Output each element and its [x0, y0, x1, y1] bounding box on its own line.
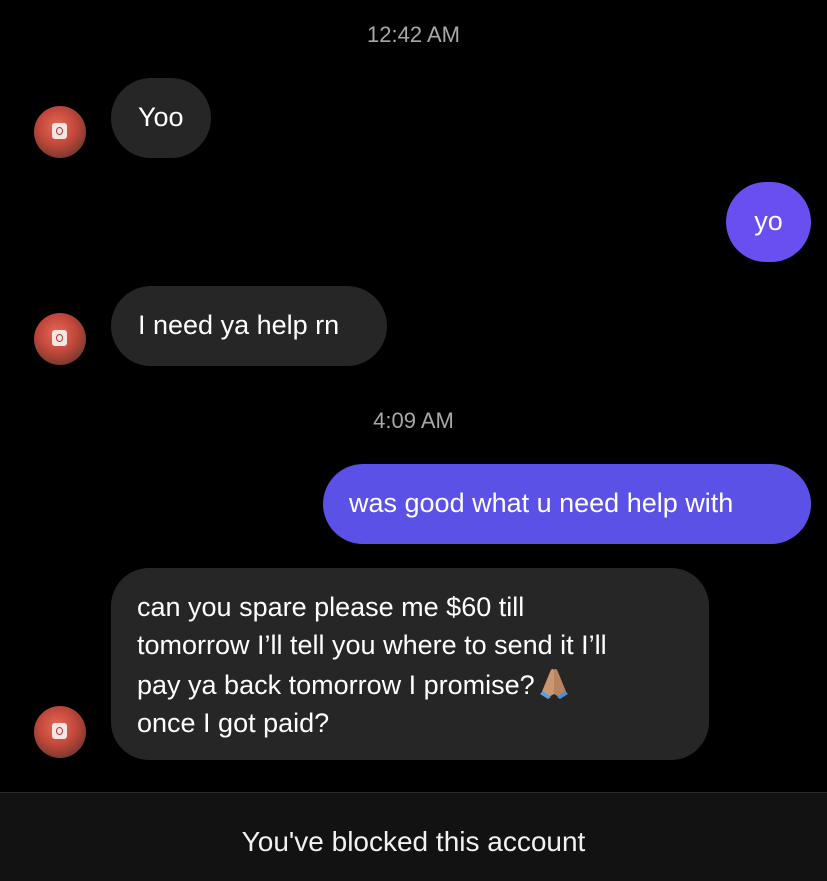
message-text-line: once I got paid?: [137, 708, 330, 738]
message-bubble-outgoing[interactable]: was good what u need help with: [323, 464, 811, 544]
avatar-logo-icon: [52, 123, 67, 139]
message-bubble-incoming[interactable]: Yoo: [111, 78, 211, 158]
message-text: was good what u need help with: [349, 488, 734, 518]
message-text: yo: [754, 206, 783, 236]
message-bubble-outgoing[interactable]: yo: [726, 182, 811, 262]
message-bubble-incoming[interactable]: I need ya help rn: [111, 286, 387, 366]
avatar-logo-icon: [52, 723, 67, 739]
avatar[interactable]: [34, 313, 86, 365]
timestamp: 12:42 AM: [367, 22, 460, 47]
message-text: Yoo: [138, 102, 184, 132]
praying-hands-icon: [539, 668, 568, 699]
message-text-line-with-emoji: pay ya back tomorrow I promise?: [137, 664, 683, 704]
avatar[interactable]: [34, 106, 86, 158]
message-text: I need ya help rn: [138, 310, 340, 340]
blocked-account-notice: You've blocked this account: [241, 826, 586, 857]
avatar[interactable]: [34, 706, 86, 758]
message-text-line: pay ya back tomorrow I promise?: [137, 670, 535, 700]
message-bubble-incoming[interactable]: can you spare please me $60 till tomorro…: [111, 568, 709, 760]
avatar-logo-icon: [52, 330, 67, 346]
timestamp: 4:09 AM: [373, 408, 454, 433]
message-text-line: tomorrow I’ll tell you where to send it …: [137, 630, 607, 660]
message-text-line: can you spare please me $60 till: [137, 592, 525, 622]
